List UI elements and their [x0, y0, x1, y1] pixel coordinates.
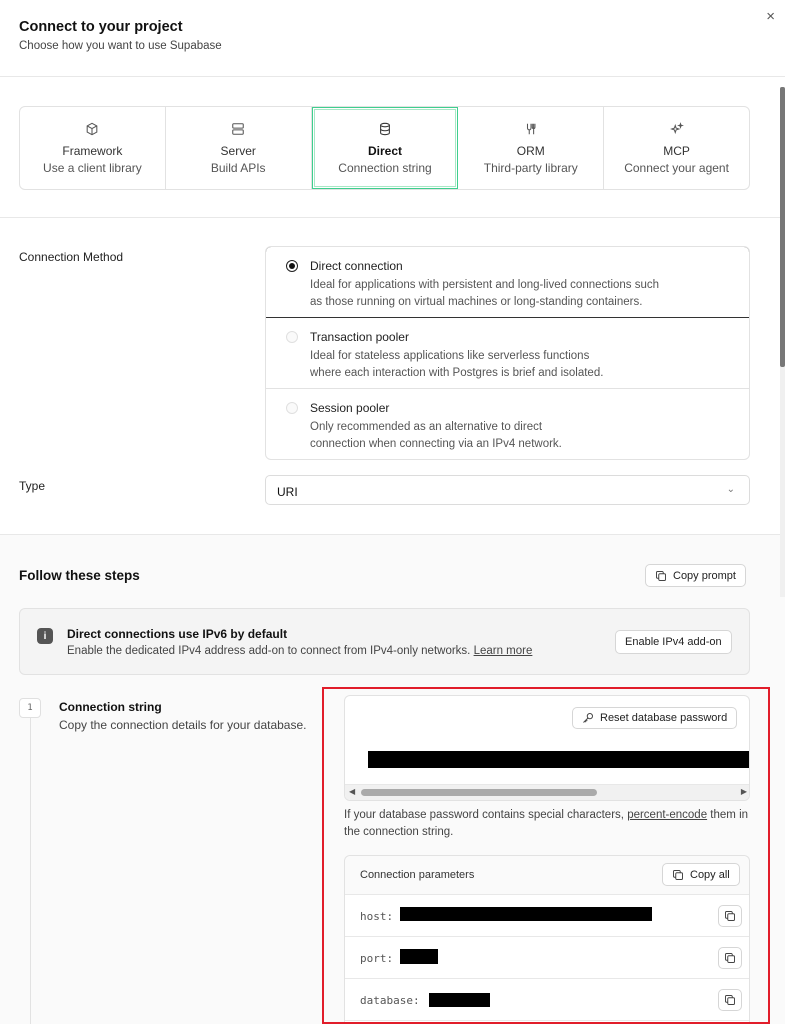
dialog-subtitle: Choose how you want to use Supabase — [19, 40, 222, 52]
tab-description: Use a client library — [43, 160, 142, 175]
chevron-down-icon: ⌄ — [726, 484, 735, 495]
step-number: 1 — [19, 698, 41, 718]
copy-all-button[interactable]: Copy all — [662, 863, 740, 886]
scroll-right-icon[interactable]: ▶ — [741, 787, 747, 796]
redacted-host-value — [400, 907, 652, 921]
method-description: Only recommended as an alternative to di… — [310, 421, 562, 450]
radio-button[interactable] — [286, 260, 298, 272]
params-title: Connection parameters — [360, 869, 475, 881]
key-icon — [583, 713, 593, 723]
orm-icon — [526, 123, 536, 134]
method-transaction-pooler[interactable]: Transaction pooler Ideal for stateless a… — [266, 318, 749, 389]
params-header: Connection parameters Copy all — [345, 856, 749, 895]
info-title: Direct connections use IPv6 by default — [67, 627, 288, 641]
method-title: Direct connection — [310, 259, 403, 273]
tab-label: Server — [220, 143, 256, 158]
reset-password-button[interactable]: Reset database password — [572, 707, 738, 729]
close-icon[interactable]: × — [766, 9, 775, 24]
percent-encode-link[interactable]: percent-encode — [627, 809, 707, 821]
scroll-thumb[interactable] — [361, 789, 597, 796]
copy-prompt-label: Copy prompt — [673, 569, 736, 582]
copy-port-button[interactable] — [718, 947, 742, 969]
learn-more-link[interactable]: Learn more — [474, 645, 533, 657]
horizontal-scrollbar[interactable]: ◀ ▶ — [345, 784, 749, 800]
param-key: host: — [360, 910, 394, 923]
vertical-scrollbar[interactable] — [780, 87, 785, 597]
method-title: Session pooler — [310, 401, 390, 415]
tab-description: Connect your agent — [624, 160, 729, 175]
server-icon — [232, 122, 244, 135]
step-title: Connection string — [59, 700, 162, 714]
info-text: Enable the dedicated IPv4 address add-on… — [67, 645, 533, 657]
vertical-scroll-thumb[interactable] — [780, 87, 785, 367]
step-description: Copy the connection details for your dat… — [59, 718, 307, 732]
tab-label: ORM — [516, 143, 545, 158]
param-row-port: port: — [345, 937, 749, 979]
tab-direct[interactable]: Direct Connection string — [311, 107, 459, 189]
param-row-database: database: — [345, 979, 749, 1021]
cube-icon — [87, 122, 98, 135]
dialog-title: Connect to your project — [19, 19, 183, 35]
redacted-port-value — [400, 949, 438, 964]
connection-type-tabs: Framework Use a client library Server Bu… — [19, 106, 750, 190]
param-key: port: — [360, 952, 394, 965]
copy-icon — [656, 570, 666, 581]
copy-icon — [725, 911, 735, 921]
method-description: Ideal for applications with persistent a… — [310, 279, 660, 308]
tab-server[interactable]: Server Build APIs — [166, 107, 312, 189]
connection-settings: Connection Method Direct connection Idea… — [0, 218, 785, 535]
copy-database-button[interactable] — [718, 989, 742, 1011]
steps-title: Follow these steps — [19, 568, 140, 583]
copy-icon — [673, 869, 683, 880]
connection-method-radio-group: Direct connection Ideal for applications… — [265, 246, 750, 460]
param-row-host: host: — [345, 895, 749, 937]
tab-description: Build APIs — [210, 160, 266, 175]
info-icon: i — [37, 628, 53, 644]
redacted-connection-string — [368, 751, 749, 768]
tab-section: Framework Use a client library Server Bu… — [0, 77, 785, 218]
copy-all-label: Copy all — [690, 868, 730, 881]
method-session-pooler[interactable]: Session pooler Only recommended as an al… — [266, 389, 749, 459]
copy-icon — [725, 953, 735, 963]
enable-ipv4-label: Enable IPv4 add-on — [625, 636, 722, 648]
method-direct-connection[interactable]: Direct connection Ideal for applications… — [266, 247, 749, 318]
connection-method-label: Connection Method — [19, 250, 124, 264]
dialog-header: Connect to your project Choose how you w… — [0, 0, 785, 77]
param-key: database: — [360, 994, 420, 1007]
tab-label: MCP — [663, 143, 690, 158]
tab-description: Third-party library — [483, 160, 578, 175]
tab-mcp[interactable]: MCP Connect your agent — [604, 107, 749, 189]
step-connector-line — [30, 718, 31, 1024]
method-title: Transaction pooler — [310, 330, 409, 344]
scroll-left-icon[interactable]: ◀ — [349, 787, 355, 796]
copy-host-button[interactable] — [718, 905, 742, 927]
tab-description: Connection string — [338, 160, 432, 175]
type-label: Type — [19, 479, 46, 493]
tab-label: Framework — [62, 143, 123, 158]
connection-string-panel: Reset database password ◀ ▶ — [344, 695, 750, 801]
method-description: Ideal for stateless applications like se… — [310, 350, 604, 379]
radio-button[interactable] — [286, 331, 298, 343]
database-icon — [380, 122, 390, 135]
connection-parameters-panel: Connection parameters Copy all host: por… — [344, 855, 750, 1024]
copy-prompt-button[interactable]: Copy prompt — [645, 564, 746, 587]
tab-label: Direct — [367, 143, 402, 158]
type-select[interactable]: URI ⌄ — [265, 475, 750, 505]
enable-ipv4-button[interactable]: Enable IPv4 add-on — [615, 630, 732, 654]
reset-password-label: Reset database password — [600, 712, 728, 724]
type-select-value: URI — [277, 485, 298, 499]
tab-orm[interactable]: ORM Third-party library — [458, 107, 605, 189]
tab-framework[interactable]: Framework Use a client library — [20, 107, 166, 189]
sparkles-icon — [669, 121, 684, 134]
redacted-database-value — [429, 993, 490, 1007]
copy-icon — [725, 995, 735, 1005]
steps-section: Follow these steps Copy prompt i Direct … — [0, 535, 785, 1024]
percent-encode-note: If your database password contains speci… — [344, 809, 749, 838]
radio-button[interactable] — [286, 402, 298, 414]
ipv6-info-box: i Direct connections use IPv6 by default… — [19, 608, 750, 675]
